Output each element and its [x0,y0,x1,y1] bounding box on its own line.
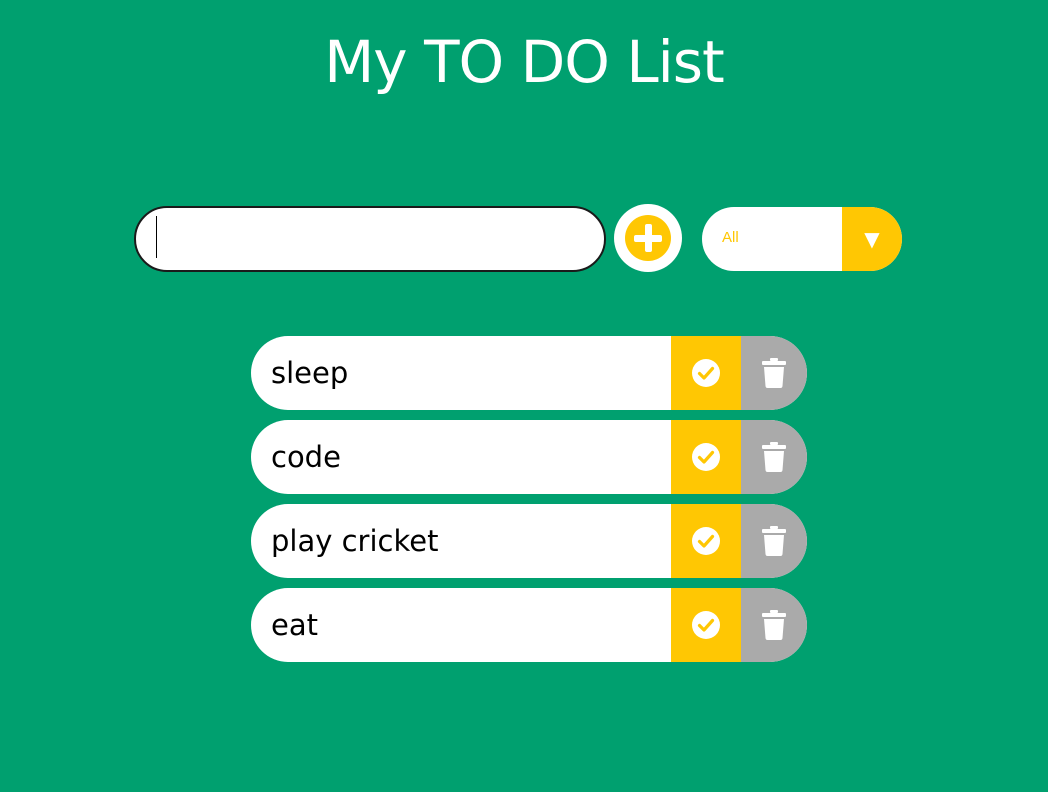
todo-item: eat [251,588,807,662]
todo-label: sleep [271,356,349,390]
plus-circle-icon [625,215,671,261]
todo-label: play cricket [271,524,439,558]
delete-button[interactable] [741,336,807,410]
todo-list: sleep code play cricket eat [251,336,807,672]
check-circle-icon [692,527,720,555]
todo-item: sleep [251,336,807,410]
check-circle-icon [692,443,720,471]
trash-icon [762,358,786,388]
filter-select[interactable]: All ▼ [702,207,902,271]
complete-button[interactable] [671,504,741,578]
page-title: My TO DO List [324,28,724,96]
delete-button[interactable] [741,588,807,662]
trash-icon [762,442,786,472]
todo-item: play cricket [251,504,807,578]
todo-item: code [251,420,807,494]
check-circle-icon [692,611,720,639]
trash-icon [762,526,786,556]
caret-down-icon: ▼ [864,227,880,251]
complete-button[interactable] [671,336,741,410]
filter-arrow-button[interactable]: ▼ [842,207,902,271]
complete-button[interactable] [671,420,741,494]
todo-label: eat [271,608,318,642]
delete-button[interactable] [741,504,807,578]
check-circle-icon [692,359,720,387]
filter-selected-value: All [722,229,739,246]
trash-icon [762,610,786,640]
complete-button[interactable] [671,588,741,662]
todo-label: code [271,440,341,474]
app: My TO DO List All ▼ sleep code play cric… [0,0,1048,792]
delete-button[interactable] [741,420,807,494]
add-todo-button[interactable] [614,204,682,272]
text-cursor [156,216,157,258]
todo-input[interactable] [134,206,606,272]
